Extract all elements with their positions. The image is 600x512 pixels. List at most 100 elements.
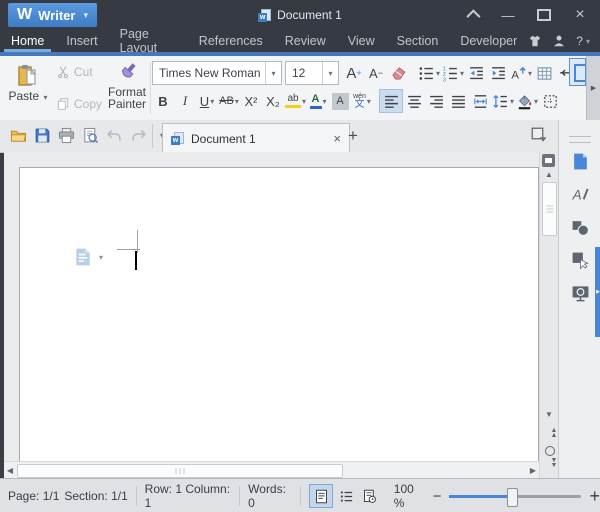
- styles-format-icon[interactable]: [571, 185, 590, 204]
- zoom-slider-thumb[interactable]: [507, 487, 519, 507]
- vertical-scroll-thumb[interactable]: [542, 182, 557, 236]
- tab-home[interactable]: Home: [0, 30, 55, 52]
- borders-button[interactable]: [539, 90, 561, 112]
- shrink-font-button[interactable]: A −: [365, 62, 387, 84]
- maximize-button[interactable]: [530, 4, 558, 26]
- row-column-indicator[interactable]: Row: 1 Column: 1: [145, 482, 232, 510]
- italic-button[interactable]: I: [174, 90, 196, 112]
- numbering-button[interactable]: ▾: [441, 62, 465, 84]
- tab-insert[interactable]: Insert: [55, 30, 108, 52]
- select-browse-object-button[interactable]: [545, 446, 555, 456]
- document-page[interactable]: [19, 167, 539, 464]
- fullscreen-view-button[interactable]: [359, 485, 381, 507]
- tab-list-button[interactable]: [530, 126, 548, 144]
- font-name-combo[interactable]: Times New Roman ▾: [152, 61, 282, 85]
- scroll-left-icon[interactable]: ◀: [4, 466, 16, 475]
- strikethrough-button[interactable]: AB ▾: [218, 90, 240, 112]
- page-indicator[interactable]: Page: 1/1: [8, 489, 59, 503]
- next-page-button[interactable]: ▼ ▼: [545, 457, 563, 469]
- format-painter-button[interactable]: Format Painter: [104, 58, 150, 118]
- text-cursor: [135, 251, 137, 270]
- section-indicator[interactable]: Section: 1/1: [64, 489, 127, 503]
- help-button[interactable]: ? ▾: [576, 34, 590, 48]
- zoom-out-button[interactable]: −: [433, 489, 442, 504]
- distribute-button[interactable]: [469, 90, 491, 112]
- justify-button[interactable]: [447, 90, 469, 112]
- vertical-scrollbar[interactable]: ▲ ▼ ▲ ▲ ▼ ▼: [539, 152, 558, 478]
- tab-close-icon[interactable]: ×: [333, 131, 341, 146]
- character-shading-button[interactable]: A: [329, 90, 351, 112]
- shapes-icon[interactable]: [571, 218, 590, 237]
- zoom-slider[interactable]: [449, 487, 582, 507]
- print-preview-button[interactable]: [80, 125, 100, 147]
- subscript-button[interactable]: X₂: [262, 90, 284, 112]
- sidebar-drag-handle[interactable]: [569, 136, 591, 143]
- align-center-button[interactable]: [403, 90, 425, 112]
- save-button[interactable]: [32, 125, 52, 147]
- hide-ribbon-button[interactable]: [458, 4, 486, 26]
- selection-pane-icon[interactable]: [571, 251, 590, 270]
- word-count-indicator[interactable]: Words: 0: [248, 482, 291, 510]
- text-effects-button[interactable]: ▾: [509, 62, 533, 84]
- tab-developer[interactable]: Developer: [449, 30, 528, 52]
- print-layout-view-button[interactable]: [309, 484, 334, 508]
- increase-indent-button[interactable]: [487, 62, 509, 84]
- line-spacing-button[interactable]: ▾: [491, 90, 515, 112]
- tab-view[interactable]: View: [337, 30, 386, 52]
- grow-font-button[interactable]: A +: [343, 62, 365, 84]
- zoom-level-value[interactable]: 100 %: [394, 482, 425, 510]
- table-grid-icon: [536, 65, 553, 82]
- ribbon-overflow-strip[interactable]: ▶: [586, 56, 600, 120]
- skin-shirt-icon[interactable]: [528, 34, 542, 48]
- tab-review[interactable]: Review: [274, 30, 337, 52]
- new-blank-page-icon[interactable]: [571, 152, 590, 171]
- assistant-page-icon: [73, 247, 93, 267]
- bullets-button[interactable]: ▾: [417, 62, 441, 84]
- redo-button[interactable]: [128, 125, 148, 147]
- minimize-button[interactable]: —: [494, 4, 522, 26]
- chevron-down-icon: ▾: [265, 62, 281, 84]
- shading-button[interactable]: ▾: [515, 90, 539, 112]
- align-left-button[interactable]: [379, 89, 404, 113]
- account-person-icon[interactable]: [552, 34, 566, 48]
- print-button[interactable]: [56, 125, 76, 147]
- cut-off-ribbon-button[interactable]: [569, 58, 586, 86]
- horizontal-scroll-thumb[interactable]: [17, 464, 343, 478]
- horizontal-scrollbar[interactable]: ◀ ▶: [4, 461, 540, 478]
- copy-button[interactable]: Copy: [56, 94, 102, 114]
- previous-page-button[interactable]: ▲ ▲: [545, 427, 563, 439]
- font-size-combo[interactable]: 12 ▾: [285, 61, 339, 85]
- ruler-toggle-icon[interactable]: [542, 154, 555, 167]
- zoom-in-button[interactable]: +: [589, 487, 600, 505]
- scroll-down-icon[interactable]: ▼: [540, 410, 558, 420]
- decrease-indent-button[interactable]: [465, 62, 487, 84]
- app-menu-button[interactable]: W Writer ▾: [8, 3, 97, 27]
- print-layout-icon: [314, 489, 329, 504]
- scroll-right-icon[interactable]: ▶: [527, 466, 539, 475]
- outline-view-button[interactable]: [335, 485, 357, 507]
- scroll-up-icon[interactable]: ▲: [540, 170, 558, 180]
- tab-section[interactable]: Section: [386, 30, 450, 52]
- font-color-button[interactable]: A ▾: [307, 90, 329, 112]
- paste-button[interactable]: Paste ▾: [6, 58, 50, 118]
- insert-table-button[interactable]: [533, 62, 555, 84]
- title-bar: W Writer ▾ w Document 1 — ×: [0, 0, 600, 30]
- bold-button[interactable]: B: [152, 90, 174, 112]
- tab-references[interactable]: References: [188, 30, 274, 52]
- clear-formatting-button[interactable]: [387, 62, 409, 84]
- new-document-tab-button[interactable]: +: [342, 125, 364, 147]
- open-button[interactable]: [8, 125, 28, 147]
- tab-page-layout[interactable]: Page Layout: [109, 27, 188, 55]
- close-button[interactable]: ×: [566, 4, 594, 26]
- document-assistant-button[interactable]: ▾: [73, 247, 103, 267]
- task-pane-pull-tab[interactable]: ▶: [595, 247, 600, 337]
- undo-button[interactable]: [104, 125, 124, 147]
- screen-capture-icon[interactable]: [571, 284, 590, 303]
- underline-button[interactable]: U ▾: [196, 90, 218, 112]
- phonetic-guide-button[interactable]: wén 文 ▾: [351, 90, 373, 112]
- superscript-button[interactable]: X²: [240, 90, 262, 112]
- align-right-button[interactable]: [425, 90, 447, 112]
- cut-button[interactable]: Cut: [56, 62, 102, 82]
- document-tab[interactable]: w Document 1 ×: [162, 123, 350, 153]
- highlight-button[interactable]: ab ▾: [284, 90, 307, 112]
